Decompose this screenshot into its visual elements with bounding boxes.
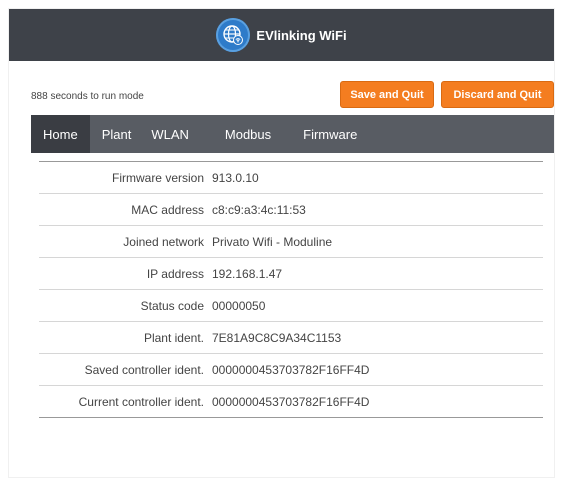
- tab-firmware[interactable]: Firmware: [283, 115, 369, 153]
- tab-home[interactable]: Home: [31, 115, 90, 153]
- row-value: 7E81A9C8C9A34C1153: [212, 330, 342, 345]
- row-value: 913.0.10: [212, 170, 259, 185]
- row-value: 192.168.1.47: [212, 266, 283, 281]
- save-and-quit-button[interactable]: Save and Quit: [340, 81, 434, 108]
- tab-plant[interactable]: Plant: [90, 115, 144, 153]
- table-row-saved-controller-ident: Saved controller ident. 0000000453703782…: [39, 354, 543, 386]
- row-value: Privato Wifi - Moduline: [212, 234, 333, 249]
- row-label: Joined network: [123, 234, 204, 249]
- app-header: EVlinking WiFi: [9, 9, 554, 61]
- table-row-joined-network: Joined network Privato Wifi - Moduline: [39, 226, 543, 258]
- countdown-status: 888 seconds to run mode: [31, 91, 144, 102]
- row-value: c8:c9:a3:4c:11:53: [212, 202, 306, 217]
- app-frame: EVlinking WiFi 888 seconds to run mode S…: [8, 8, 555, 478]
- app-title: EVlinking WiFi: [256, 27, 347, 43]
- row-label: Status code: [140, 298, 204, 313]
- wifi-globe-icon: [216, 18, 251, 52]
- table-row-ip-address: IP address 192.168.1.47: [39, 258, 543, 290]
- row-label: Firmware version: [111, 170, 204, 185]
- table-row-plant-ident: Plant ident. 7E81A9C8C9A34C1153: [39, 322, 543, 354]
- row-value: 0000000453703782F16FF4D: [212, 394, 370, 409]
- table-row-current-controller-ident: Current controller ident. 00000004537037…: [39, 386, 543, 418]
- table-row-mac-address: MAC address c8:c9:a3:4c:11:53: [39, 194, 543, 226]
- table-row-status-code: Status code 00000050: [39, 290, 543, 322]
- row-label: IP address: [146, 266, 204, 281]
- row-label: Current controller ident.: [78, 394, 204, 409]
- row-label: MAC address: [131, 202, 204, 217]
- row-label: Plant ident.: [143, 330, 204, 345]
- row-value: 00000050: [212, 298, 266, 313]
- row-label: Saved controller ident.: [84, 362, 204, 377]
- tab-modbus[interactable]: Modbus: [201, 115, 283, 153]
- table-row-firmware-version: Firmware version 913.0.10: [39, 162, 543, 194]
- row-value: 0000000453703782F16FF4D: [212, 362, 370, 377]
- device-info-table: Firmware version 913.0.10 MAC address c8…: [39, 161, 543, 418]
- main-nav: Home Plant WLAN Modbus Firmware: [31, 115, 554, 153]
- tab-wlan[interactable]: WLAN: [143, 115, 201, 153]
- discard-and-quit-button[interactable]: Discard and Quit: [441, 81, 554, 108]
